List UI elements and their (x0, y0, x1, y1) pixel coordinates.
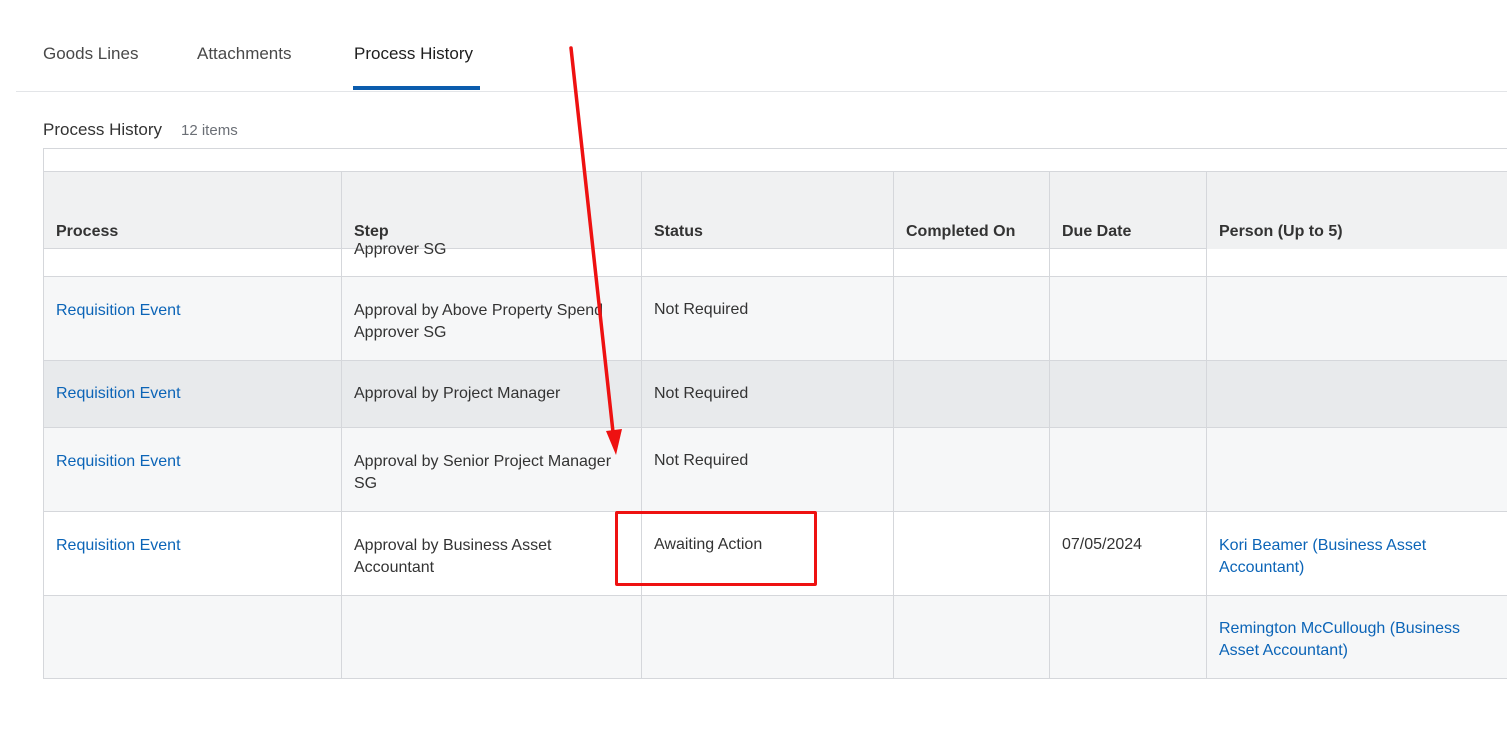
table-row: Remington McCullough (Business Asset Acc… (44, 596, 1507, 678)
process-link[interactable]: Requisition Event (56, 535, 181, 557)
step-text: Approval by Senior Project Manager (354, 453, 612, 470)
column-header-step[interactable]: Step (342, 172, 642, 249)
column-header-completed-on[interactable]: Completed On (894, 172, 1050, 249)
tab-process-history[interactable]: Process History (354, 44, 473, 64)
item-count: 12 items (181, 122, 238, 139)
column-header-person[interactable]: Person (Up to 5) (1207, 149, 1507, 249)
person-link[interactable]: Kori Beamer (Business Asset (1219, 535, 1426, 557)
process-link[interactable]: Requisition Event (56, 300, 181, 322)
status-text: Not Required (654, 452, 749, 469)
table-row: Requisition Event Approval by Above Prop… (44, 277, 1507, 361)
tab-goods-lines[interactable]: Goods Lines (43, 44, 138, 64)
table-row: Requisition Event Approval by Project Ma… (44, 361, 1507, 428)
column-header-status[interactable]: Status (642, 172, 894, 249)
status-text: Not Required (654, 385, 749, 402)
process-link[interactable]: Requisition Event (56, 383, 181, 405)
status-text: Not Required (654, 301, 749, 318)
active-tab-indicator (353, 86, 480, 90)
table-row-partial: Approver SG (44, 241, 1507, 277)
step-text: Approval by Above Property Spend (354, 302, 604, 319)
table-header: Process Step Status Completed On Due Dat… (44, 149, 1507, 249)
due-date-text: 07/05/2024 (1062, 536, 1143, 553)
section-title: Process History (43, 120, 163, 139)
step-text: Accountant (354, 559, 435, 576)
person-link[interactable]: Remington McCullough (Business (1219, 618, 1460, 640)
step-text: SG (354, 475, 378, 492)
column-header-process[interactable]: Process (44, 172, 342, 249)
person-link[interactable]: Accountant) (1219, 557, 1304, 579)
process-link[interactable]: Requisition Event (56, 451, 181, 473)
step-text: Approval by Project Manager (354, 385, 561, 402)
annotation-highlight-box (615, 511, 817, 586)
process-history-table: Process Step Status Completed On Due Dat… (43, 148, 1507, 679)
tab-attachments[interactable]: Attachments (197, 44, 292, 64)
person-link[interactable]: Asset Accountant) (1219, 640, 1348, 662)
table-row: Requisition Event Approval by Senior Pro… (44, 428, 1507, 512)
tab-bar: Goods Lines Attachments Process History (16, 0, 1507, 92)
step-text: Approver SG (354, 324, 447, 341)
column-header-due-date[interactable]: Due Date (1050, 172, 1207, 249)
step-text: Approval by Business Asset (354, 537, 552, 554)
